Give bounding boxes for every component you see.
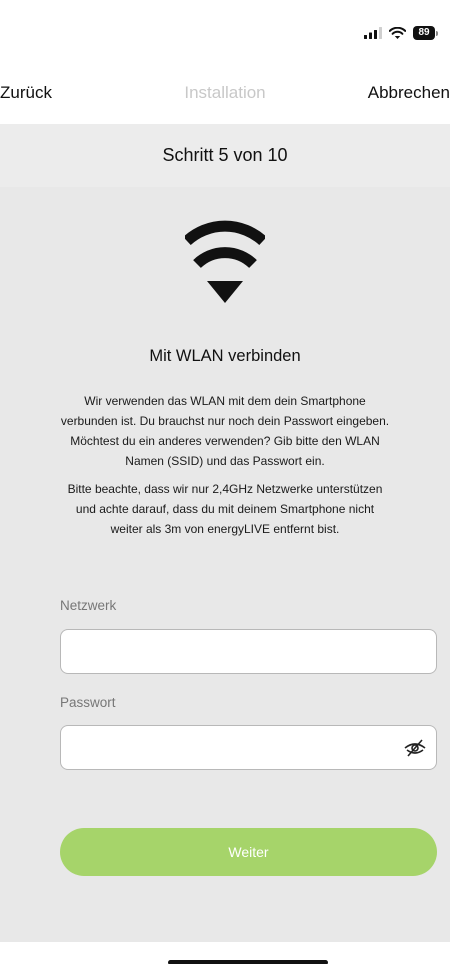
network-label: Netzwerk <box>60 598 117 613</box>
cellular-signal-icon <box>364 27 382 39</box>
wifi-icon <box>185 220 265 303</box>
description-paragraph: Wir verwenden das WLAN mit dem dein Smar… <box>60 394 390 468</box>
home-indicator[interactable] <box>168 960 328 964</box>
battery-level: 89 <box>413 26 435 40</box>
password-input[interactable] <box>60 725 437 770</box>
status-bar: 89 <box>0 0 450 68</box>
step-indicator: Schritt 5 von 10 <box>0 124 450 187</box>
wifi-status-icon <box>389 27 406 39</box>
navigation-bar: Zurück Installation Abbrechen <box>0 68 450 124</box>
submit-button[interactable]: Weiter <box>60 828 437 876</box>
cancel-button[interactable]: Abbrechen <box>368 83 450 103</box>
eye-slash-icon[interactable] <box>404 738 426 758</box>
network-notice-paragraph: Bitte beachte, dass wir nur 2,4GHz Netzw… <box>67 482 383 536</box>
battery-indicator: 89 <box>413 26 438 40</box>
back-button[interactable]: Zurück <box>0 83 52 103</box>
status-icons: 89 <box>364 26 438 40</box>
password-label: Passwort <box>60 695 116 710</box>
main-content: Mit WLAN verbinden Wir verwenden das WLA… <box>0 187 450 942</box>
section-heading: Mit WLAN verbinden <box>149 347 301 365</box>
network-input[interactable] <box>60 629 437 674</box>
footer <box>0 942 450 964</box>
